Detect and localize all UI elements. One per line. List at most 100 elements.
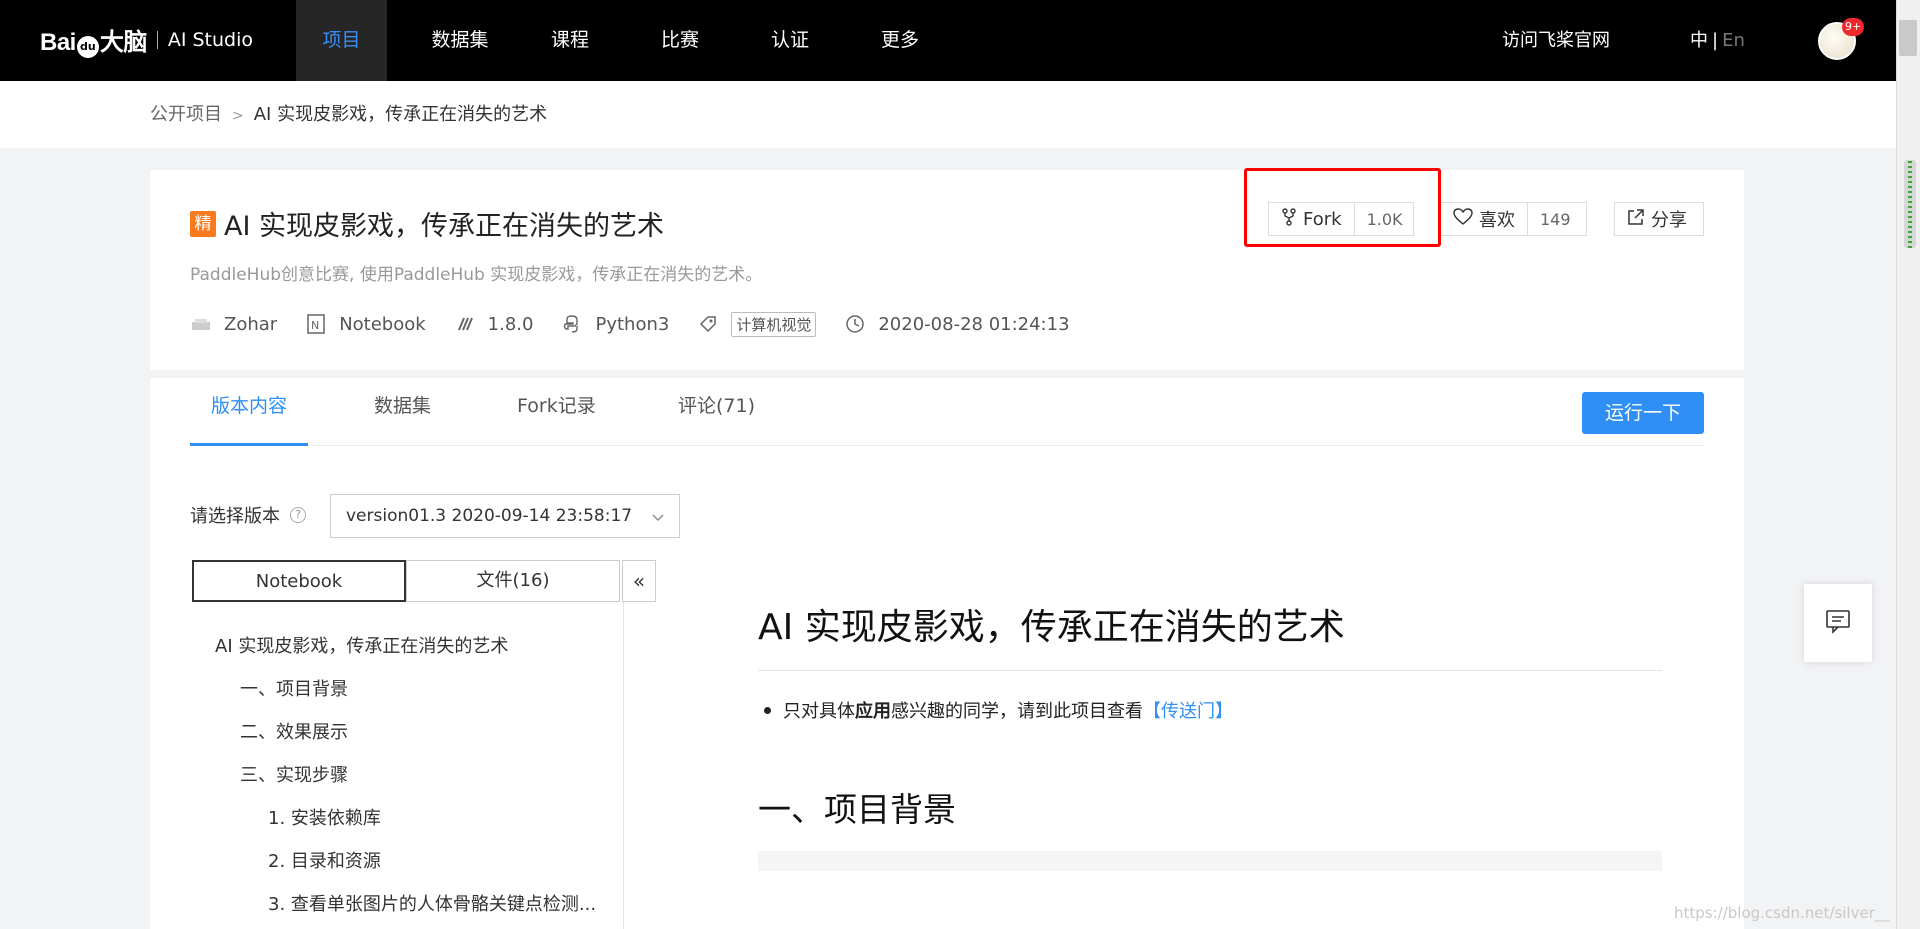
heart-icon [1453,208,1473,230]
meta-date: 2020-08-28 01:24:13 [844,314,1070,336]
project-content-card: 版本内容 数据集 Fork记录 评论(71) 运行一下 请选择版本 ? vers… [150,378,1744,929]
project-header-card: 精 AI 实现皮影戏，传承正在消失的艺术 PaddleHub创意比赛, 使用Pa… [150,170,1744,370]
version-selected: version01.3 2020-09-14 23:58:17 [346,506,633,526]
toc-item-install[interactable]: 1. 安装依赖库 [268,804,381,830]
share-button[interactable]: 分享 [1614,202,1704,236]
logo-product-name: AI Studio [167,29,254,51]
toc-item-background[interactable]: 一、项目背景 [240,675,348,701]
project-type: Notebook [339,314,426,335]
meta-type: N Notebook [305,313,426,336]
toc-item-keypoint[interactable]: 3. 查看单张图片的人体骨骼关键点检测... [268,890,596,916]
language: Python3 [595,314,670,335]
watermark: https://blog.csdn.net/silver__ [1674,904,1890,922]
nav-item-competitions[interactable]: 比赛 [625,0,735,81]
chevron-down-icon [651,495,665,537]
toc-item-demo[interactable]: 二、效果展示 [240,718,348,744]
like-count: 149 [1527,203,1583,235]
paddle-version: 1.8.0 [487,314,534,335]
collapse-sidebar-icon[interactable]: « [622,560,656,602]
created-date: 2020-08-28 01:24:13 [878,314,1070,335]
message-icon [1825,608,1851,638]
bullet-prefix: 只对具体 [783,701,855,722]
paddle-icon [454,314,476,336]
nav-item-certification[interactable]: 认证 [735,0,845,81]
lang-zh[interactable]: 中 [1690,30,1708,51]
toc-item-resources[interactable]: 2. 目录和资源 [268,847,381,873]
tab-files[interactable]: 文件(16) [406,560,620,602]
top-navbar: Bai du 大脑 AI Studio 项目 数据集 课程 比赛 认证 更多 访问飞… [0,0,1896,81]
baidu-ai-studio-logo[interactable]: Bai du 大脑 AI Studio [40,22,253,58]
nav-item-more[interactable]: 更多 [845,0,955,81]
official-site-link[interactable]: 访问飞桨官网 [1502,0,1610,81]
paw-icon: du [76,36,99,58]
breadcrumb: 公开项目 > AI 实现皮影戏，传承正在消失的艺术 [150,81,547,150]
like-label: 喜欢 [1479,210,1515,231]
tab-comments[interactable]: 评论(71) [678,378,755,446]
lang-separator: | [1712,30,1719,51]
project-description: PaddleHub创意比赛, 使用PaddleHub 实现皮影戏，传承正在消失的… [190,265,763,285]
like-button[interactable]: 喜欢 [1441,203,1527,235]
breadcrumb-bar: 公开项目 > AI 实现皮影戏，传承正在消失的艺术 [0,81,1896,148]
scrollbar-top-handle[interactable] [1899,20,1917,56]
toc-item-title[interactable]: AI 实现皮影戏，传承正在消失的艺术 [215,632,508,658]
author-name: Zohar [224,314,278,335]
feedback-button[interactable] [1804,584,1872,662]
meta-tag[interactable]: 计算机视觉 [697,312,817,337]
breadcrumb-public-projects[interactable]: 公开项目 [150,104,222,125]
bullet-dot [764,706,771,714]
share-button-inner[interactable]: 分享 [1615,203,1699,235]
tab-version-content[interactable]: 版本内容 [190,378,308,446]
clock-icon [844,314,866,336]
project-tag: 计算机视觉 [731,312,817,337]
meta-paddle-version: 1.8.0 [454,314,534,336]
code-block [758,851,1662,871]
doc-bullet: 只对具体 应用 感兴趣的同学，请到此项目查看 【传送门】 [758,697,1662,723]
version-select[interactable]: version01.3 2020-09-14 23:58:17 [330,494,680,538]
page-scrollbar[interactable] [1896,0,1920,929]
meta-language: Python3 [561,314,669,336]
like-control: 喜欢 149 [1440,202,1587,236]
tab-fork-records[interactable]: Fork记录 [517,378,596,446]
lang-en[interactable]: En [1722,30,1745,51]
run-button[interactable]: 运行一下 [1582,392,1704,434]
project-meta: Zohar N Notebook 1.8.0 Python3 计算机视觉 202… [190,312,1098,337]
project-title-row: 精 AI 实现皮影戏，传承正在消失的艺术 [190,204,664,243]
notebook-icon: N [305,313,327,336]
version-label-text: 请选择版本 [190,506,280,527]
logo-text: Bai du 大脑 [40,29,147,58]
breadcrumb-current: AI 实现皮影戏，传承正在消失的艺术 [253,104,548,125]
doc-section-heading: 一、项目背景 [758,790,956,829]
portal-link[interactable]: 【传送门】 [1143,697,1233,723]
tag-icon [697,314,719,336]
tab-datasets[interactable]: 数据集 [374,378,431,446]
notebook-content: AI 实现皮影戏，传承正在消失的艺术 只对具体 应用 感兴趣的同学，请到此项目查看【… [758,598,1662,871]
project-title: AI 实现皮影戏，传承正在消失的艺术 [224,211,665,242]
scrollbar-thumb[interactable] [1904,160,1916,248]
doc-title: AI 实现皮影戏，传承正在消失的艺术 [758,598,1662,671]
user-grade-icon [190,314,212,336]
tab-notebook[interactable]: Notebook [192,560,406,602]
notification-badge: 9+ [1842,18,1865,36]
nav-item-projects[interactable]: 项目 [296,0,387,81]
share-label: 分享 [1651,210,1687,231]
fork-highlight-annotation [1244,168,1441,247]
side-panel-tabs: Notebook 文件(16) « [192,560,656,602]
help-icon[interactable]: ? [290,507,306,523]
python-icon [561,314,583,336]
svg-text:N: N [311,319,319,332]
share-icon [1627,208,1645,230]
meta-author[interactable]: Zohar [190,314,277,336]
featured-badge: 精 [190,210,216,237]
logo-divider [156,31,158,49]
toc-item-steps[interactable]: 三、实现步骤 [240,761,348,787]
table-of-contents: AI 实现皮影戏，传承正在消失的艺术 一、项目背景 二、效果展示 三、实现步骤 … [192,602,624,929]
breadcrumb-separator: > [232,108,244,124]
nav-item-courses[interactable]: 课程 [515,0,625,81]
version-label: 请选择版本 ? [190,502,306,528]
nav-item-datasets[interactable]: 数据集 [405,0,515,81]
main-nav: 项目 数据集 课程 比赛 认证 更多 [296,0,955,81]
language-switch: 中 | En [1690,0,1745,81]
bullet-bold: 应用 [855,701,891,722]
project-tabs: 版本内容 数据集 Fork记录 评论(71) [190,378,1704,446]
bullet-mid: 感兴趣的同学，请到此项目查看 [891,701,1143,722]
